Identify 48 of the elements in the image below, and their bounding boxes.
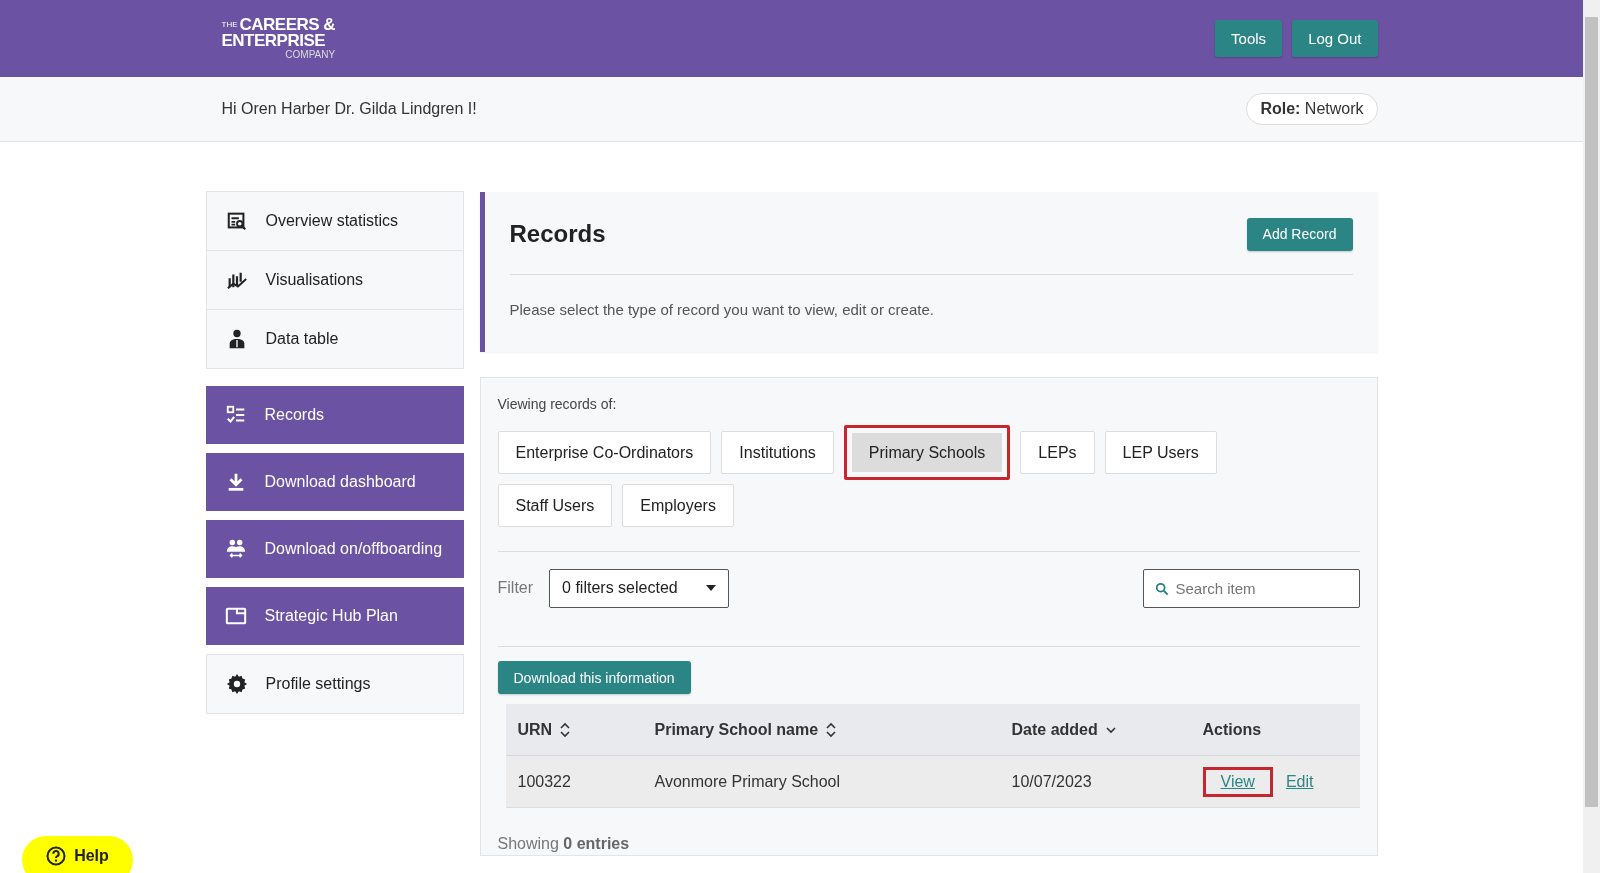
search-field[interactable]: Search item bbox=[1142, 568, 1360, 608]
caption-text: Viewing records of: bbox=[497, 396, 618, 412]
column-header[interactable]: URN bbox=[517, 720, 571, 739]
settings-icon bbox=[225, 673, 248, 695]
record-type-tab[interactable]: LEPs bbox=[1020, 431, 1095, 474]
sidebar-item[interactable]: Visualisations bbox=[205, 250, 464, 310]
logout-button[interactable]: Log Out bbox=[1292, 20, 1378, 57]
page-title: Records bbox=[509, 220, 606, 248]
record-type-tab[interactable]: Staff Users bbox=[497, 484, 613, 527]
record-type-tab[interactable]: Enterprise Co-Ordinators bbox=[497, 431, 712, 474]
checklist-icon bbox=[224, 404, 247, 426]
table-cell: 100322 bbox=[517, 772, 571, 791]
overview-statistics-icon bbox=[225, 210, 248, 232]
greeting-text: Hi Oren Harber Dr. Gilda Lindgren I! bbox=[221, 100, 477, 118]
filter-dropdown[interactable]: 0 filters selected bbox=[549, 568, 730, 608]
window-icon bbox=[224, 605, 247, 627]
sidebar-item[interactable]: Overview statistics bbox=[205, 191, 464, 251]
description-text: Please select the type of record you want to view, edit or create. bbox=[509, 301, 935, 318]
tools-button[interactable]: Tools bbox=[1215, 20, 1283, 57]
table-cell: Avonmore Primary School bbox=[654, 772, 841, 791]
sidebar-item[interactable]: Profile settings bbox=[205, 654, 464, 714]
sidebar-item[interactable]: Download dashboard bbox=[205, 453, 464, 511]
scrollbar[interactable] bbox=[1583, 0, 1600, 873]
column-header[interactable]: Date added bbox=[1011, 720, 1116, 739]
help-button[interactable]: Help bbox=[22, 836, 133, 873]
people-icon bbox=[224, 538, 247, 560]
column-header[interactable]: Primary School name bbox=[654, 720, 837, 739]
record-type-tab[interactable]: Primary Schools bbox=[843, 425, 1011, 480]
help-icon bbox=[46, 845, 67, 866]
record-type-tab[interactable]: Institutions bbox=[721, 431, 834, 474]
column-header: Actions bbox=[1202, 720, 1262, 739]
add-record-button[interactable]: Add Record bbox=[1246, 217, 1353, 251]
sort-icon bbox=[826, 721, 837, 738]
sidebar-item[interactable]: Data table bbox=[205, 309, 464, 369]
sort-icon bbox=[560, 721, 571, 738]
sidebar-item[interactable]: Strategic Hub Plan bbox=[205, 587, 464, 645]
sidebar-item[interactable]: Records bbox=[205, 386, 464, 444]
entries-count: Showing 0 entries bbox=[497, 835, 631, 853]
caret-icon bbox=[706, 585, 717, 591]
view-link[interactable]: View bbox=[1202, 766, 1273, 797]
edit-link[interactable]: Edit bbox=[1282, 766, 1317, 797]
download-button[interactable]: Download this information bbox=[497, 661, 691, 694]
record-type-tab[interactable]: LEP Users bbox=[1104, 431, 1217, 474]
table-cell: 10/07/2023 bbox=[1011, 772, 1092, 791]
record-type-tab[interactable]: Employers bbox=[622, 484, 734, 527]
sidebar-item[interactable]: Download on/offboarding bbox=[205, 520, 464, 578]
filter-label: Filter bbox=[497, 579, 534, 597]
role-badge: Role: Network bbox=[1246, 93, 1378, 125]
